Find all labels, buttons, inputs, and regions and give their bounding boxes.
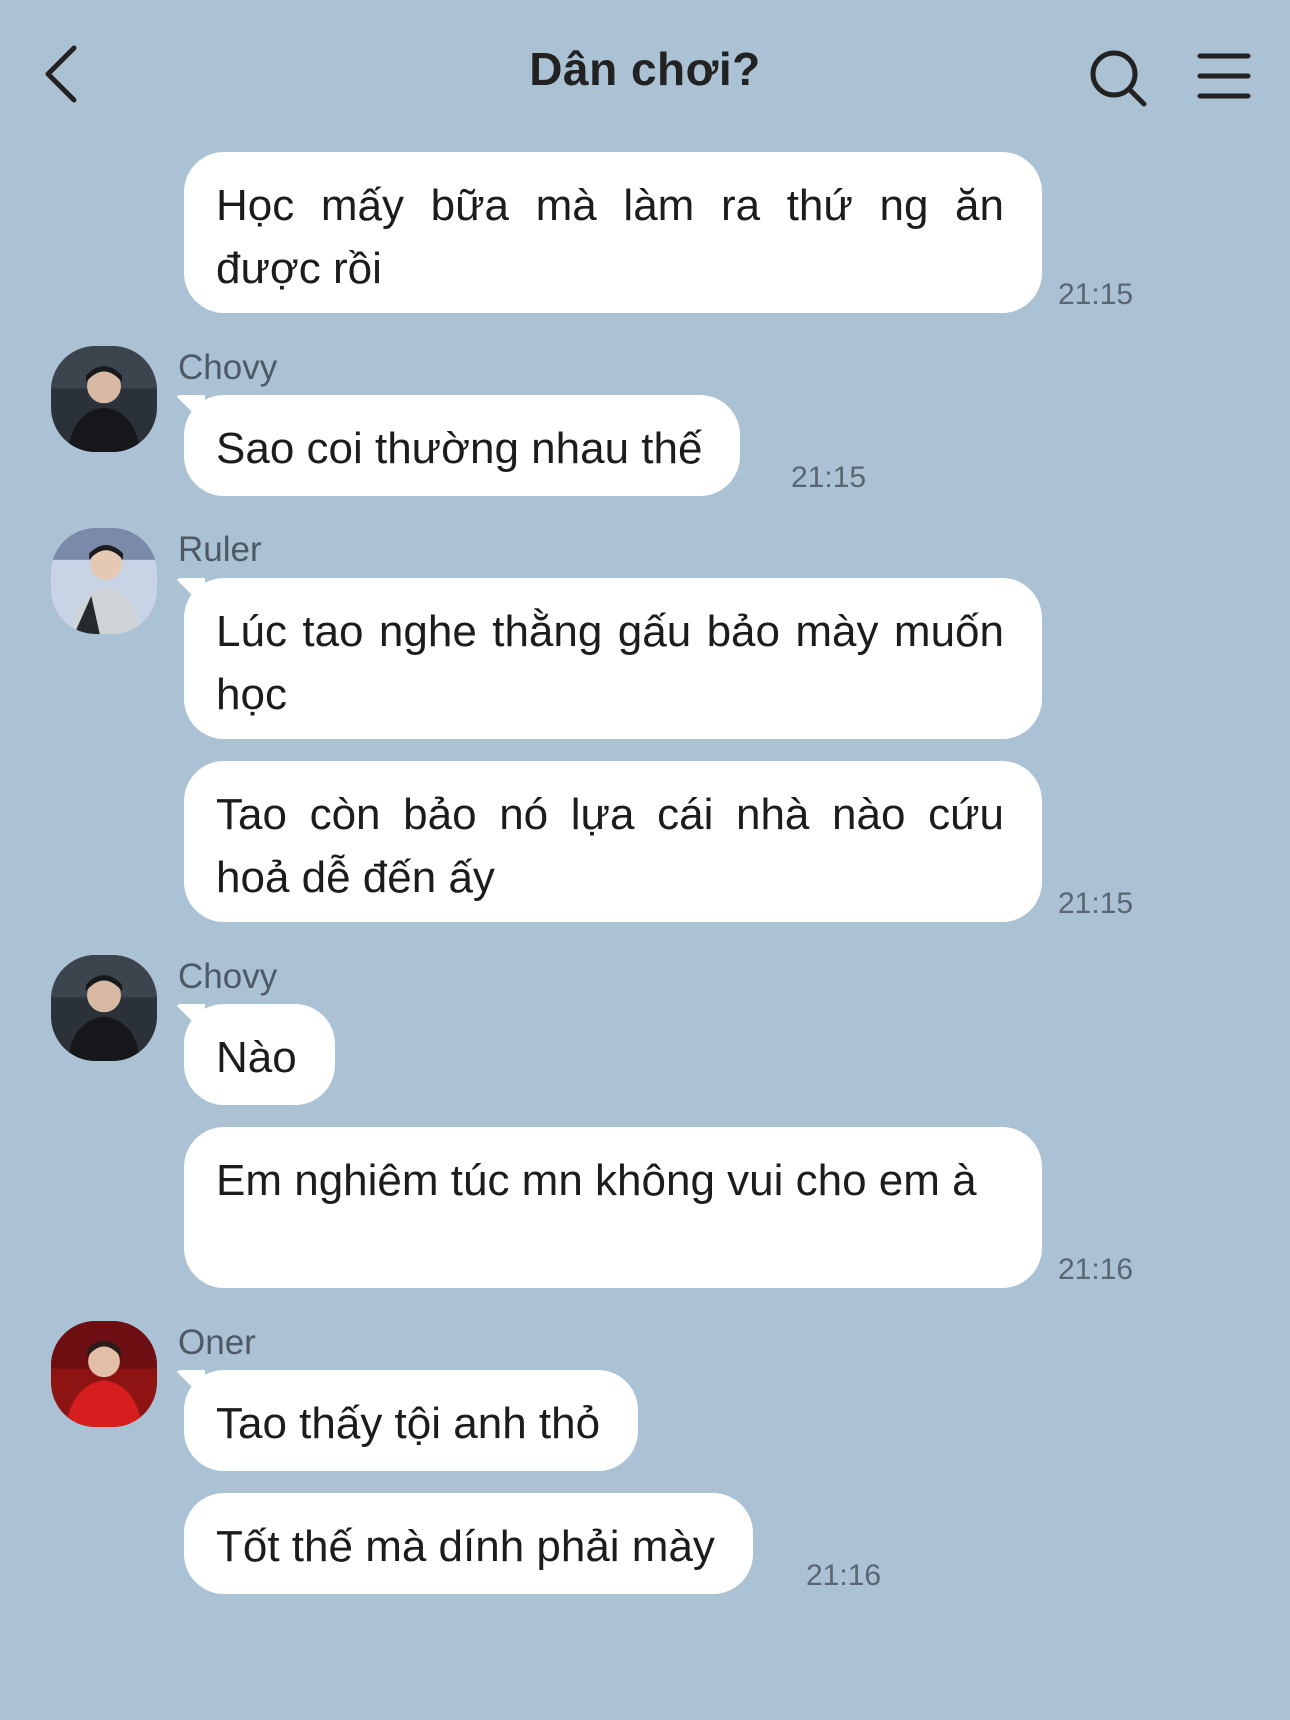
message-bubble[interactable]: Tao thấy tội anh thỏ <box>184 1370 639 1471</box>
message-bubble[interactable]: Học mấy bữa mà làm ra thứ ng ăn được rồi <box>184 152 1042 313</box>
avatar[interactable] <box>51 528 157 634</box>
message-time: 21:15 <box>1058 887 1134 920</box>
message-bubble[interactable]: Lúc tao nghe thằng gấu bảo mày muốn học <box>184 578 1042 739</box>
menu-button[interactable] <box>1196 50 1252 102</box>
message-bubble[interactable]: Nào <box>184 1004 335 1105</box>
message-bubble[interactable]: Tốt thế mà dính phải mày <box>184 1493 753 1594</box>
message-time: 21:15 <box>791 461 867 494</box>
sender-name: Oner <box>178 1323 256 1362</box>
search-button[interactable] <box>1088 48 1148 108</box>
chat-header: Dân chơi? <box>0 0 1290 150</box>
message-time: 21:15 <box>1058 278 1134 311</box>
avatar[interactable] <box>51 346 157 452</box>
search-icon <box>1090 50 1147 107</box>
message-time: 21:16 <box>1058 1253 1134 1286</box>
sender-name: Chovy <box>178 348 278 387</box>
avatar[interactable] <box>51 955 157 1061</box>
sender-name: Ruler <box>178 530 262 569</box>
message-bubble[interactable]: Em nghiêm túc mn không vui cho em à <box>184 1127 1042 1288</box>
message-bubble[interactable]: Tao còn bảo nó lựa cái nhà nào cứu hoả d… <box>184 761 1042 922</box>
avatar[interactable] <box>51 1321 157 1427</box>
hamburger-menu-icon <box>1197 53 1251 99</box>
message-bubble[interactable]: Sao coi thường nhau thế <box>184 395 741 496</box>
sender-name: Chovy <box>178 957 278 996</box>
message-time: 21:16 <box>806 1559 882 1592</box>
